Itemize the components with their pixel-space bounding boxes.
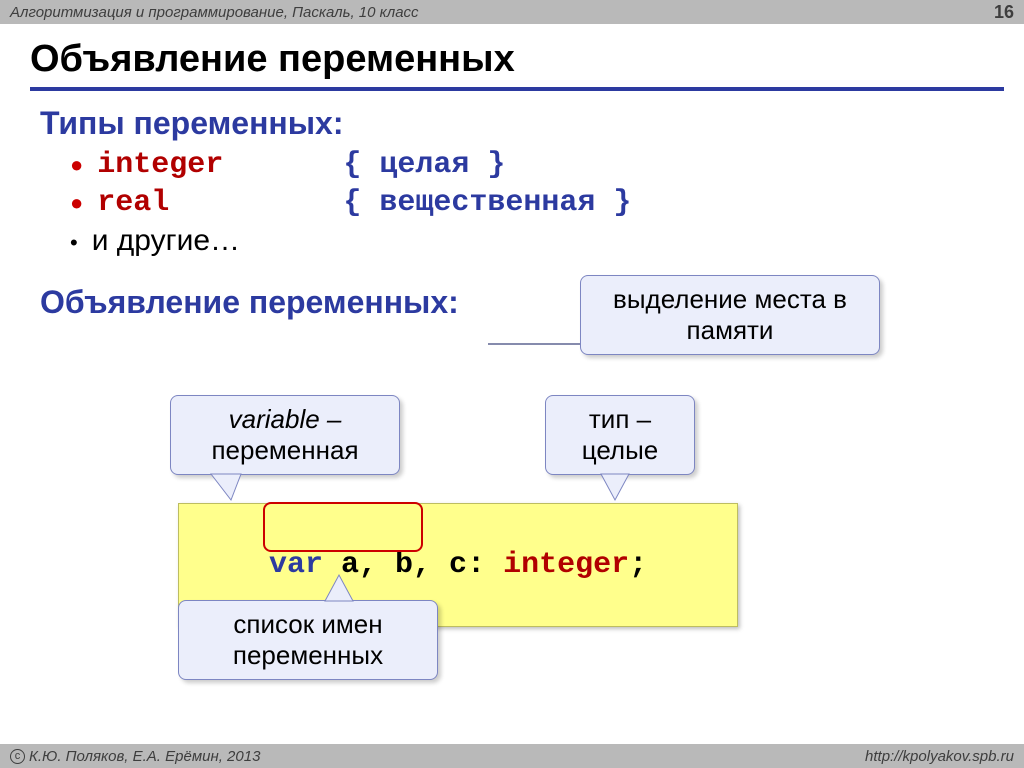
type-others-text: и другие… <box>92 224 240 258</box>
type-item-real: ● real { вещественная } <box>70 186 1004 220</box>
footer-url: http://kpolyakov.spb.ru <box>865 748 1014 765</box>
copyright: c К.Ю. Поляков, Е.А. Ерёмин, 2013 <box>10 748 260 765</box>
type-comment-real: { вещественная } <box>343 186 631 220</box>
callout-type: тип – целые <box>545 395 695 475</box>
connector-memory <box>488 343 580 345</box>
code-type: integer <box>503 548 629 582</box>
code-colon: : <box>467 548 503 582</box>
breadcrumb-text: Алгоритмизация и программирование, Паска… <box>10 4 419 21</box>
callout-variable: variable – переменная <box>170 395 400 475</box>
bullet-icon: • <box>70 228 78 258</box>
callout-names-text: список имен переменных <box>233 609 383 670</box>
callout-names: список имен переменных <box>178 600 438 680</box>
callout-tail-icon <box>319 573 359 603</box>
breadcrumb: Алгоритмизация и программирование, Паска… <box>10 4 419 21</box>
type-item-integer: ● integer { целая } <box>70 148 1004 182</box>
types-heading: Типы переменных: <box>40 105 1004 142</box>
copyright-icon: c <box>10 749 25 764</box>
page-number: 16 <box>994 2 1014 23</box>
bullet-icon: ● <box>70 150 83 180</box>
bullet-icon: ● <box>70 188 83 218</box>
highlight-ring <box>263 502 423 552</box>
type-keyword-real: real <box>97 186 169 220</box>
code-var-names: a, b, c <box>341 548 467 582</box>
callout-tail-icon <box>211 472 251 502</box>
callout-memory: выделение места в памяти <box>580 275 880 355</box>
callout-tail-icon <box>601 472 641 502</box>
callout-variable-text: variable – переменная <box>211 404 358 465</box>
type-comment-integer: { целая } <box>343 148 505 182</box>
type-keyword-integer: integer <box>97 148 223 182</box>
types-list: ● integer { целая } ● real { вещественна… <box>70 148 1004 258</box>
type-item-other: • и другие… <box>70 224 1004 258</box>
callout-type-text: тип – целые <box>582 404 659 465</box>
code-semicolon: ; <box>629 548 647 582</box>
footer-url-text: http://kpolyakov.spb.ru <box>865 748 1014 765</box>
copyright-text: К.Ю. Поляков, Е.А. Ерёмин, 2013 <box>29 748 260 765</box>
slide-title: Объявление переменных <box>30 24 1004 91</box>
callout-memory-text: выделение места в памяти <box>613 284 847 345</box>
